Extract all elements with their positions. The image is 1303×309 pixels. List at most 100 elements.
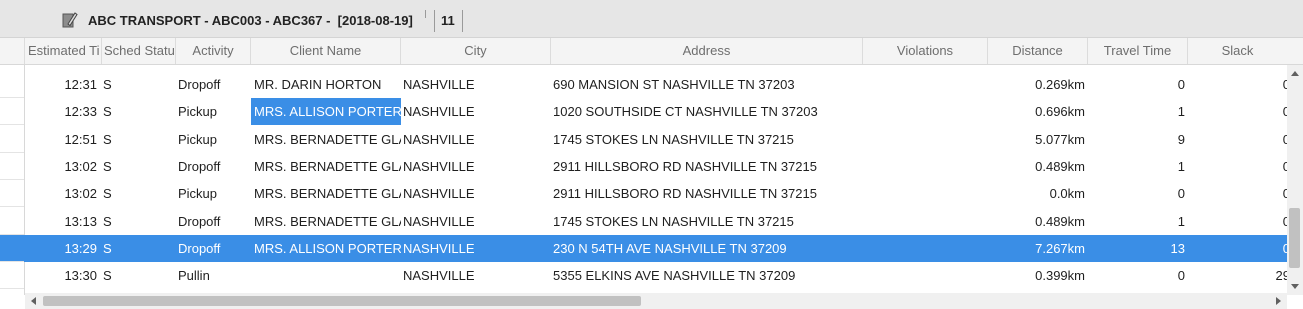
table-row[interactable]: 13:29 S Dropoff MRS. ALLISON PORTER NASHVILL… <box>0 234 1287 262</box>
cell-client-name[interactable]: MRS. BERNADETTE GLASS <box>251 126 401 153</box>
col-header-activity[interactable]: Activity <box>176 38 251 64</box>
cell-estimated-time[interactable]: 12:31 <box>25 71 97 98</box>
table-row[interactable]: 12:31 S Dropoff MR. DARIN HORTON NASHVILLE 69… <box>0 71 1287 98</box>
cell-activity[interactable]: Dropoff <box>178 153 250 180</box>
table-row[interactable]: 12:51S PickupMRS. BERNADETTE GLASSNASHVIL… <box>0 126 1287 153</box>
cell-sched-status[interactable]: S <box>103 71 163 98</box>
cell-activity[interactable]: Dropoff <box>178 208 250 235</box>
cell-client-name[interactable]: MRS. BERNADETTE GLASS <box>251 153 401 180</box>
cell-address[interactable]: 1745 STOKES LN NASHVILLE TN 37215 <box>553 208 861 235</box>
cell-address[interactable]: 2911 HILLSBORO RD NASHVILLE TN 37215 <box>553 180 861 207</box>
cell-distance[interactable]: 5.077km <box>990 126 1085 153</box>
cell-activity[interactable]: Pickup <box>178 180 250 207</box>
col-header-city[interactable]: City <box>401 38 551 64</box>
col-header-slack[interactable]: Slack <box>1188 38 1287 64</box>
cell-city[interactable]: NASHVILLE <box>403 98 548 125</box>
cell-address[interactable]: 1745 STOKES LN NASHVILLE TN 37215 <box>553 126 861 153</box>
col-header-violations[interactable]: Violations <box>863 38 988 64</box>
cell-activity[interactable]: Pullin <box>178 262 250 289</box>
cell-slack[interactable]: 0 <box>1190 98 1287 125</box>
cell-slack[interactable]: 0 <box>1190 208 1287 235</box>
scroll-up-icon[interactable] <box>1291 71 1299 76</box>
row-indicator[interactable] <box>0 180 24 208</box>
cell-travel-time[interactable]: 9 <box>1090 126 1185 153</box>
vertical-scrollbar[interactable] <box>1287 65 1303 295</box>
cell-client-name[interactable]: MRS. ALLISON PORTER <box>251 235 401 262</box>
cell-city[interactable]: NASHVILLE <box>403 180 548 207</box>
horizontal-scrollbar[interactable] <box>25 293 1287 309</box>
col-header-distance[interactable]: Distance <box>988 38 1088 64</box>
cell-address[interactable]: 5355 ELKINS AVE NASHVILLE TN 37209 <box>553 262 861 289</box>
row-indicator[interactable] <box>0 153 24 180</box>
cell-city[interactable]: NASHVILLE <box>403 71 548 98</box>
cell-city[interactable]: NASHVILLE <box>403 153 548 180</box>
row-indicator[interactable] <box>0 98 24 126</box>
row-indicator[interactable] <box>0 234 24 262</box>
cell-slack[interactable]: 0 <box>1190 180 1287 207</box>
col-header-travel-time[interactable]: Travel Time <box>1088 38 1188 64</box>
cell-travel-time[interactable]: 1 <box>1090 208 1185 235</box>
cell-distance[interactable]: 0.269km <box>990 71 1085 98</box>
col-header-address[interactable]: Address <box>551 38 863 64</box>
table-row[interactable]: 13:13S DropoffMRS. BERNADETTE GLASSNASHVI… <box>0 208 1287 235</box>
cell-sched-status[interactable]: S <box>103 153 163 180</box>
cell-sched-status[interactable]: S <box>103 98 163 125</box>
cell-slack[interactable]: 29 <box>1190 262 1287 289</box>
row-indicator[interactable] <box>0 126 24 153</box>
col-header-client-name[interactable]: Client Name <box>251 38 401 64</box>
cell-estimated-time[interactable]: 13:02 <box>25 180 97 207</box>
cell-distance[interactable]: 7.267km <box>990 235 1085 262</box>
cell-estimated-time[interactable]: 13:29 <box>25 235 97 262</box>
cell-city[interactable]: NASHVILLE <box>403 126 548 153</box>
cell-sched-status[interactable]: S <box>103 208 163 235</box>
cell-travel-time[interactable]: 13 <box>1090 235 1185 262</box>
cell-travel-time[interactable]: 0 <box>1090 262 1185 289</box>
cell-sched-status[interactable]: S <box>103 180 163 207</box>
cell-activity[interactable]: Pickup <box>178 126 250 153</box>
cell-slack[interactable]: 0 <box>1190 153 1287 180</box>
col-header-estimated-time[interactable]: Estimated Ti <box>25 38 102 64</box>
cell-activity[interactable]: Dropoff <box>178 71 250 98</box>
scroll-right-icon[interactable] <box>1276 297 1281 305</box>
row-indicator[interactable] <box>0 262 24 290</box>
table-row[interactable]: 13:02S DropoffMRS. BERNADETTE GLASSNASHVI… <box>0 153 1287 180</box>
cell-slack[interactable]: 0 <box>1190 235 1287 262</box>
cell-client-name[interactable] <box>251 262 401 289</box>
cell-distance[interactable]: 0.696km <box>990 98 1085 125</box>
cell-travel-time[interactable]: 0 <box>1090 180 1185 207</box>
table-row[interactable]: 13:30 S Pullin NASHVILLE 5355 ELKINS AVE NAS… <box>0 262 1287 290</box>
cell-client-name[interactable]: MRS. BERNADETTE GLASS <box>251 208 401 235</box>
col-header-sched-status[interactable]: Sched Status <box>102 38 176 64</box>
table-row[interactable]: 13:02S PickupMRS. BERNADETTE GLASSNASHVIL… <box>0 180 1287 208</box>
cell-estimated-time[interactable]: 13:13 <box>25 208 97 235</box>
cell-activity[interactable]: Pickup <box>178 98 250 125</box>
cell-client-name[interactable]: MRS. BERNADETTE GLASS <box>251 180 401 207</box>
vertical-scroll-thumb[interactable] <box>1289 208 1300 268</box>
cell-client-name[interactable]: MRS. ALLISON PORTER <box>251 98 401 126</box>
row-indicator[interactable] <box>0 71 24 98</box>
cell-estimated-time[interactable]: 13:30 <box>25 262 97 289</box>
row-indicator[interactable] <box>0 208 24 235</box>
cell-sched-status[interactable]: S <box>103 262 163 289</box>
cell-address[interactable]: 2911 HILLSBORO RD NASHVILLE TN 37215 <box>553 153 861 180</box>
cell-estimated-time[interactable]: 12:33 <box>25 98 97 125</box>
cell-travel-time[interactable]: 1 <box>1090 98 1185 125</box>
cell-activity[interactable]: Dropoff <box>178 235 250 262</box>
cell-estimated-time[interactable]: 13:02 <box>25 153 97 180</box>
cell-address[interactable]: 690 MANSION ST NASHVILLE TN 37203 <box>553 71 861 98</box>
cell-sched-status[interactable]: S <box>103 126 163 153</box>
cell-sched-status[interactable]: S <box>103 235 163 262</box>
cell-travel-time[interactable]: 0 <box>1090 71 1185 98</box>
cell-client-name[interactable]: MR. DARIN HORTON <box>251 71 401 98</box>
cell-distance[interactable]: 0.399km <box>990 262 1085 289</box>
scroll-down-icon[interactable] <box>1291 284 1299 289</box>
cell-address[interactable]: 1020 SOUTHSIDE CT NASHVILLE TN 37203 <box>553 98 861 125</box>
table-row[interactable]: 12:33 S Pickup MRS. ALLISON PORTER NASHVILLE… <box>0 98 1287 126</box>
cell-city[interactable]: NASHVILLE <box>403 208 548 235</box>
horizontal-scroll-thumb[interactable] <box>43 296 641 306</box>
cell-city[interactable]: NASHVILLE <box>403 262 548 289</box>
cell-distance[interactable]: 0.0km <box>990 180 1085 207</box>
cell-estimated-time[interactable]: 12:51 <box>25 126 97 153</box>
cell-travel-time[interactable]: 1 <box>1090 153 1185 180</box>
cell-slack[interactable]: 0 <box>1190 71 1287 98</box>
